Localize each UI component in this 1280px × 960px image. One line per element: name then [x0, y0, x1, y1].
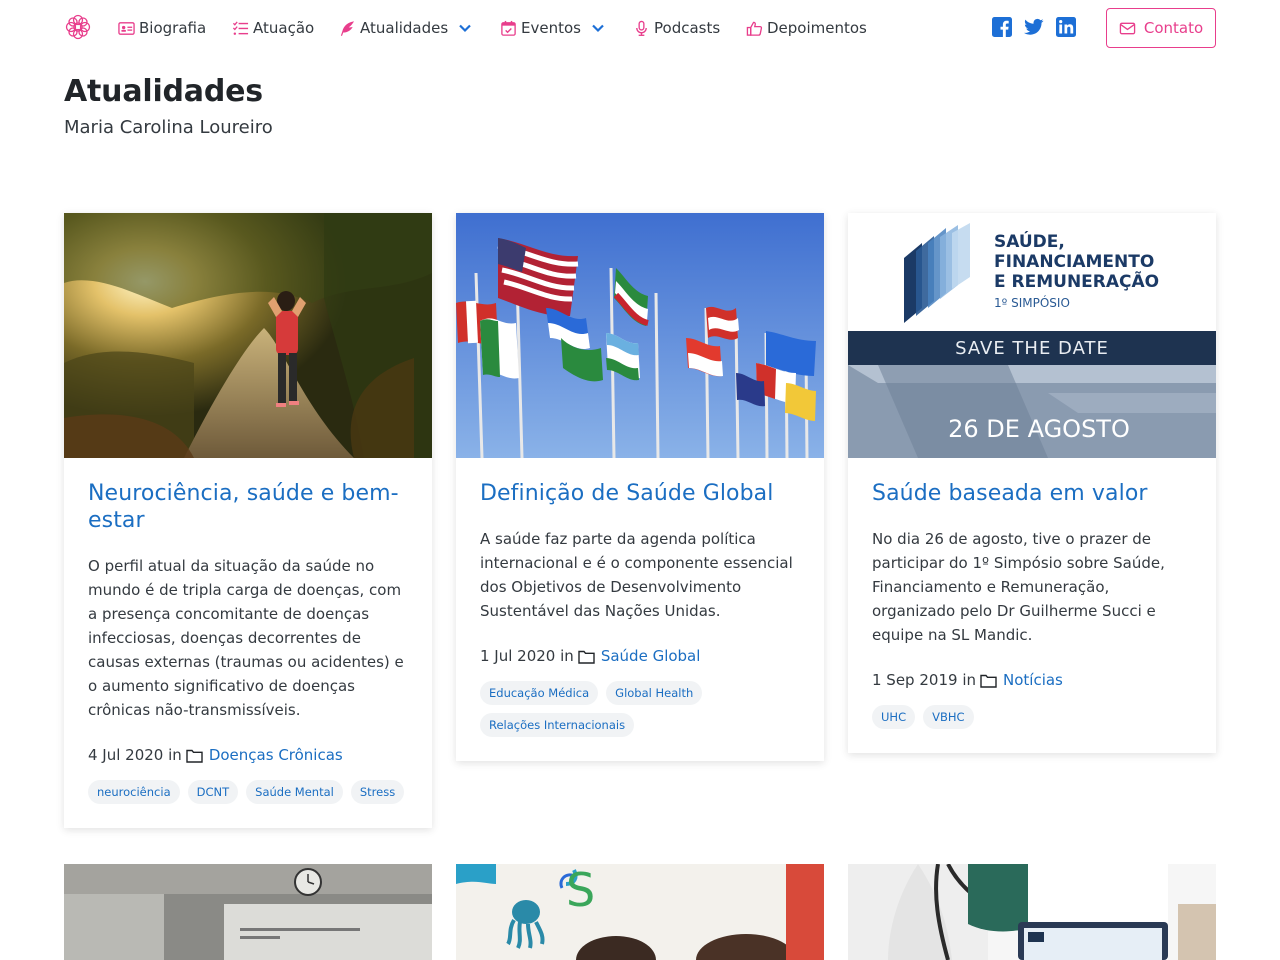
microphone-icon	[636, 20, 647, 36]
top-navbar: Biografia Atuação Atualidades Eventos Po…	[0, 0, 1280, 56]
banner-line2: FINANCIAMENTO	[994, 252, 1154, 272]
nav-depoimentos-label: Depoimentos	[767, 19, 867, 37]
tag-chip[interactable]: VBHC	[923, 705, 974, 729]
post-excerpt: O perfil atual da situação da saúde no m…	[88, 557, 404, 719]
post-image-symposium-banner[interactable]: SAÚDE, FINANCIAMENTO E REMUNERAÇÃO 1º SI…	[848, 213, 1216, 458]
nav-eventos[interactable]: Eventos	[500, 17, 605, 39]
tag-chip[interactable]: Stress	[350, 780, 405, 804]
post-title[interactable]: Definição de Saúde Global	[480, 480, 800, 507]
post-tags: UHC VBHC	[872, 705, 1192, 729]
post-tags: neurociência DCNT Saúde Mental Stress	[88, 780, 408, 804]
post-title[interactable]: Neurociência, saúde e bem-estar	[88, 480, 408, 534]
post-meta: 4 Jul 2020 in Doenças Crônicas	[88, 746, 408, 764]
tag-chip[interactable]: neurociência	[88, 780, 180, 804]
post-category-link[interactable]: Saúde Global	[601, 647, 701, 665]
tag-chip[interactable]: Relações Internacionais	[480, 713, 635, 737]
thumbs-up-icon	[746, 21, 763, 36]
calendar-check-icon	[501, 20, 516, 36]
post-card: Definição de Saúde Global A saúde faz pa…	[456, 213, 824, 761]
chevron-down-icon	[592, 24, 604, 33]
post-excerpt: A saúde faz parte da agenda política int…	[480, 530, 793, 620]
post-image-doctor-tablet[interactable]	[848, 864, 1216, 960]
linkedin-icon[interactable]	[1056, 17, 1076, 37]
post-image-children-class[interactable]: S	[456, 864, 824, 960]
tag-chip[interactable]: DCNT	[187, 780, 239, 804]
nav-biografia[interactable]: Biografia	[118, 17, 206, 39]
post-category-link[interactable]: Notícias	[1003, 671, 1063, 689]
post-in-label: in	[168, 746, 182, 764]
post-title[interactable]: Saúde baseada em valor	[872, 480, 1192, 507]
id-card-icon	[118, 21, 135, 35]
post-image-flags[interactable]	[456, 213, 824, 458]
feather-icon	[340, 20, 355, 36]
nav-atuacao-label: Atuação	[253, 19, 315, 37]
post-in-label: in	[560, 647, 574, 665]
post-card: Neurociência, saúde e bem-estar O perfil…	[64, 213, 432, 828]
post-category-link[interactable]: Doenças Crônicas	[209, 746, 343, 764]
post-date: 1 Sep 2019	[872, 671, 958, 689]
svg-text:S: S	[566, 864, 595, 917]
nav-atualidades[interactable]: Atualidades	[339, 17, 472, 39]
post-date: 1 Jul 2020	[480, 647, 556, 665]
banner-line1: SAÚDE,	[994, 230, 1065, 252]
nav-podcasts-label: Podcasts	[654, 19, 721, 37]
nav-eventos-label: Eventos	[521, 19, 581, 37]
chevron-down-icon	[459, 24, 471, 33]
post-meta: 1 Jul 2020 in Saúde Global	[480, 647, 800, 665]
twitter-icon[interactable]	[1024, 17, 1044, 37]
post-in-label: in	[962, 671, 976, 689]
facebook-icon[interactable]	[992, 17, 1012, 37]
folder-icon	[980, 674, 997, 688]
banner-line4: 1º SIMPÓSIO	[994, 295, 1070, 310]
post-meta: 1 Sep 2019 in Notícias	[872, 671, 1192, 689]
post-card: SAÚDE, FINANCIAMENTO E REMUNERAÇÃO 1º SI…	[848, 213, 1216, 753]
page-subtitle: Maria Carolina Loureiro	[64, 117, 273, 138]
post-excerpt: No dia 26 de agosto, tive o prazer de pa…	[872, 530, 1165, 644]
banner-event-date: 26 DE AGOSTO	[948, 415, 1130, 443]
nav-atuacao[interactable]: Atuação	[232, 17, 314, 39]
banner-line3: E REMUNERAÇÃO	[994, 269, 1159, 292]
contato-button[interactable]: Contato	[1106, 8, 1216, 48]
tag-chip[interactable]: Saúde Mental	[246, 780, 343, 804]
contato-label: Contato	[1143, 19, 1204, 37]
post-date: 4 Jul 2020	[88, 746, 164, 764]
post-image-park-walker[interactable]	[64, 213, 432, 458]
nav-atualidades-label: Atualidades	[360, 19, 449, 37]
nav-biografia-label: Biografia	[139, 19, 207, 37]
page-title: Atualidades	[64, 74, 263, 109]
envelope-icon	[1119, 22, 1136, 34]
nav-podcasts[interactable]: Podcasts	[633, 17, 720, 39]
folder-icon	[186, 749, 203, 763]
logo-icon[interactable]	[64, 13, 92, 41]
banner-save-date: SAVE THE DATE	[955, 338, 1109, 359]
tasks-icon	[232, 20, 249, 35]
nav-depoimentos[interactable]: Depoimentos	[746, 17, 867, 39]
post-tags: Educação Médica Global Health Relações I…	[480, 681, 800, 737]
post-image-classroom[interactable]	[64, 864, 432, 960]
tag-chip[interactable]: Educação Médica	[480, 681, 599, 705]
tag-chip[interactable]: UHC	[872, 705, 916, 729]
tag-chip[interactable]: Global Health	[606, 681, 703, 705]
folder-icon	[578, 650, 595, 664]
